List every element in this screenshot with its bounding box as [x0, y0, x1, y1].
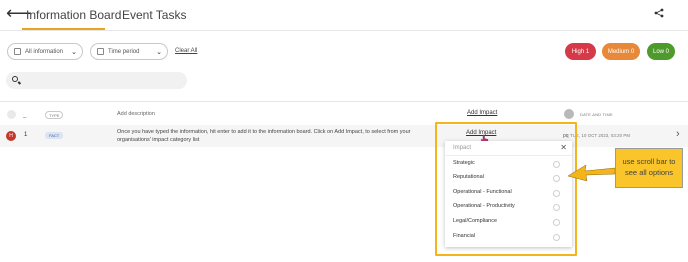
information-filter-select[interactable]: All information ⌄ — [7, 43, 83, 60]
row-date: TUE, 10 OCT 2023, 03:20 PM — [570, 133, 631, 138]
type-tag: FACT — [45, 132, 64, 139]
row-description: Once you have typed the information, hit… — [117, 129, 411, 143]
radio-button[interactable] — [553, 175, 560, 182]
time-period-select[interactable]: Time period ⌄ — [90, 43, 168, 60]
calendar-icon — [97, 48, 104, 55]
date-column-header: DATE AND TIME — [580, 112, 613, 117]
dropdown-title: Impact — [453, 145, 472, 151]
tab-information-board[interactable]: Information Board — [26, 8, 121, 22]
add-description-input[interactable]: Add description — [117, 111, 155, 117]
impact-option[interactable]: Operational - Functional — [453, 189, 512, 195]
impact-dropdown[interactable]: Impact ✕ Strategic Reputational Operatio… — [445, 141, 572, 247]
tab-event-tasks[interactable]: Event Tasks — [122, 8, 186, 22]
chevron-down-icon: ⌄ — [71, 49, 77, 56]
scroll-hint-callout: use scroll bar to see all options — [615, 148, 683, 188]
clear-all-link[interactable]: Clear All — [175, 48, 197, 54]
information-filter-value: All information — [25, 48, 64, 55]
dropdown-divider — [445, 155, 572, 156]
low-severity-badge[interactable]: Low 0 — [647, 43, 675, 60]
close-icon[interactable]: ✕ — [560, 143, 567, 152]
high-severity-badge[interactable]: High 1 — [565, 43, 596, 60]
radio-button[interactable] — [553, 204, 560, 211]
impact-option[interactable]: Legal/Compliance — [453, 218, 497, 224]
impact-option[interactable]: Financial — [453, 233, 475, 239]
radio-button[interactable] — [553, 190, 560, 197]
radio-button[interactable] — [553, 234, 560, 241]
chevron-right-icon[interactable]: › — [676, 128, 680, 140]
filter-icon — [14, 48, 21, 55]
header-divider — [0, 30, 688, 31]
time-period-value: Time period — [108, 48, 140, 55]
impact-option[interactable]: Reputational — [453, 174, 484, 180]
medium-severity-badge[interactable]: Medium 0 — [602, 43, 640, 60]
impact-option[interactable]: Strategic — [453, 160, 475, 166]
user-avatar — [564, 109, 574, 119]
severity-indicator: H — [6, 131, 16, 141]
row-number: 1 — [24, 132, 28, 138]
impact-option[interactable]: Operational - Productivity — [453, 203, 515, 209]
radio-button[interactable] — [553, 219, 560, 226]
type-column-header[interactable]: TYPE — [45, 111, 64, 119]
list-divider — [0, 101, 688, 102]
chevron-down-icon: ⌄ — [156, 49, 162, 56]
share-icon[interactable] — [654, 8, 664, 18]
callout-arrow-icon — [567, 164, 616, 181]
search-input[interactable] — [6, 72, 187, 89]
number-column-header: _ — [23, 112, 27, 118]
search-icon — [12, 76, 18, 82]
select-all-checkbox[interactable] — [7, 110, 16, 119]
radio-button[interactable] — [553, 161, 560, 168]
add-impact-header-link[interactable]: Add Impact — [467, 110, 497, 116]
